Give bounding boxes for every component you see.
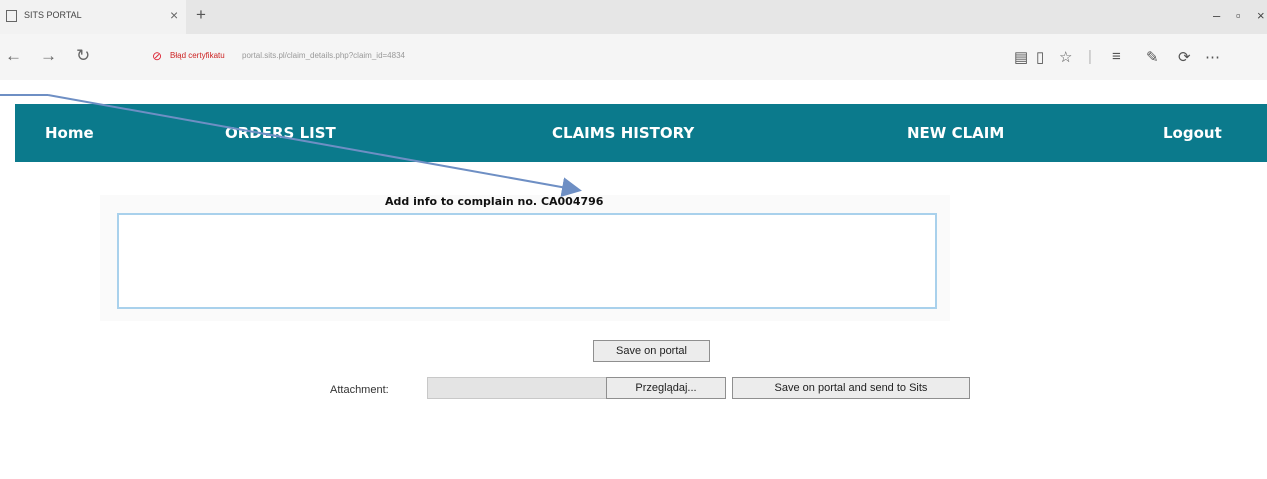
book-icon[interactable]: ▯ <box>1036 48 1044 66</box>
new-tab-icon[interactable]: + <box>196 5 206 25</box>
save-on-portal-button[interactable]: Save on portal <box>593 340 710 362</box>
nav-new-claim-link[interactable]: NEW CLAIM <box>907 124 1004 142</box>
tab-title: SITS PORTAL <box>24 10 82 20</box>
attachment-label: Attachment: <box>330 384 389 396</box>
save-and-send-button[interactable]: Save on portal and send to Sits <box>732 377 970 399</box>
url-text: portal.sits.pl/claim_details.php?claim_i… <box>242 51 405 60</box>
nav-claims-history-link[interactable]: CLAIMS HISTORY <box>552 124 694 142</box>
complain-title: Add info to complain no. CA004796 <box>385 195 604 208</box>
nav-orders-list-link[interactable]: ORDERS LIST <box>225 124 336 142</box>
site-nav-bar: Home ORDERS LIST CLAIMS HISTORY NEW CLAI… <box>15 104 1267 162</box>
maximize-icon[interactable]: ▫ <box>1236 8 1241 23</box>
cert-warning[interactable]: Błąd certyfikatu <box>170 51 225 60</box>
browser-tab-strip: SITS PORTAL × + – ▫ × <box>0 0 1267 34</box>
browser-tab[interactable]: SITS PORTAL × <box>0 0 186 34</box>
hub-icon[interactable]: ≡ <box>1112 48 1121 65</box>
nav-logout-link[interactable]: Logout <box>1163 124 1222 142</box>
shield-warning-icon: ⊘ <box>152 49 163 63</box>
nav-home-link[interactable]: Home <box>45 124 94 142</box>
more-icon[interactable]: ⋯ <box>1205 48 1220 66</box>
refresh-icon[interactable]: ↻ <box>76 46 90 66</box>
close-window-icon[interactable]: × <box>1257 8 1265 23</box>
url-field[interactable]: ⊘ Błąd certyfikatu portal.sits.pl/claim_… <box>146 42 976 72</box>
back-icon[interactable]: ← <box>5 46 22 66</box>
browse-button[interactable]: Przeglądaj... <box>606 377 726 399</box>
attachment-file-field[interactable] <box>427 377 607 399</box>
web-note-icon[interactable]: ✎ <box>1146 48 1159 66</box>
minimize-icon[interactable]: – <box>1213 8 1220 23</box>
info-textarea[interactable] <box>117 213 937 309</box>
page-icon <box>6 10 17 22</box>
reading-view-icon[interactable]: ▤ <box>1014 48 1028 66</box>
favorite-star-icon[interactable]: ☆ <box>1059 48 1072 66</box>
address-bar-row: ← → ↻ ⊘ Błąd certyfikatu portal.sits.pl/… <box>0 34 1267 80</box>
forward-icon[interactable]: → <box>40 46 57 66</box>
share-icon[interactable]: ⟳ <box>1178 48 1191 66</box>
toolbar-divider: | <box>1088 48 1092 65</box>
tab-close-icon[interactable]: × <box>170 7 178 23</box>
